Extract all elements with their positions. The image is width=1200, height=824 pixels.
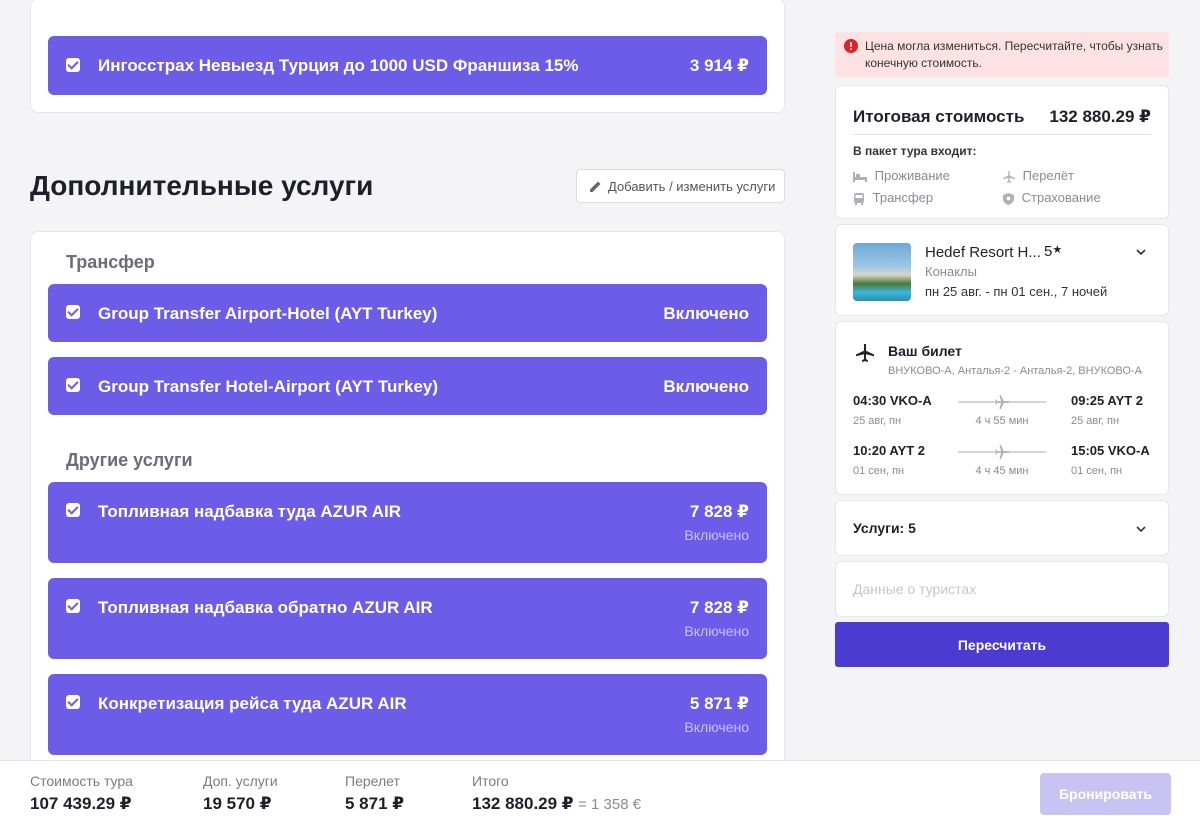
edit-services-label: Добавить / изменить услуги xyxy=(608,178,776,194)
shield-icon xyxy=(1003,192,1014,205)
service-status: Включено xyxy=(684,623,749,639)
service-status: Включено xyxy=(663,304,749,323)
include-transfer: Трансфер xyxy=(853,190,933,205)
divider xyxy=(853,134,1151,135)
checkbox-checked-icon[interactable] xyxy=(66,58,80,72)
arrival-time: 15:05 VKO-A xyxy=(1071,443,1150,458)
insurance-item[interactable]: Ингосстрах Невыезд Турция до 1000 USD Фр… xyxy=(48,36,767,95)
service-name: Топливная надбавка туда AZUR AIR xyxy=(98,502,401,521)
service-status: Включено xyxy=(684,527,749,543)
bus-icon xyxy=(854,192,864,205)
service-price: 3 914 ₽ xyxy=(689,56,749,75)
ticket-card: Ваш билет ВНУКОВО-А, Анталья-2 - Анталья… xyxy=(835,321,1169,495)
include-flight: Перелёт xyxy=(1003,168,1074,183)
tourists-card[interactable]: Данные о туристах xyxy=(835,561,1169,617)
ticket-route: ВНУКОВО-А, Анталья-2 - Анталья-2, ВНУКОВ… xyxy=(888,365,1142,377)
hotel-stars: 5★ xyxy=(1044,243,1062,260)
service-status: Включено xyxy=(684,719,749,735)
transfer-section-title: Трансфер xyxy=(66,252,155,272)
services-accordion[interactable]: Услуги: 5 xyxy=(835,500,1169,556)
include-stay-label: Проживание xyxy=(874,168,950,183)
transfer-item[interactable]: Group Transfer Hotel-Airport (AYT Turkey… xyxy=(48,357,767,415)
chevron-down-icon[interactable] xyxy=(1136,249,1146,255)
plane-right-icon xyxy=(995,445,1009,459)
transfer-item[interactable]: Group Transfer Airport-Hotel (AYT Turkey… xyxy=(48,284,767,342)
footer-bar: Стоимость тура 107 439.29 ₽ Доп. услуги … xyxy=(0,760,1200,824)
checkbox-checked-icon[interactable] xyxy=(66,305,80,319)
service-name: Конкретизация рейса туда AZUR AIR xyxy=(98,694,407,713)
error-icon xyxy=(844,39,858,53)
service-name: Group Transfer Hotel-Airport (AYT Turkey… xyxy=(98,377,439,396)
book-label: Бронировать xyxy=(1058,786,1152,802)
other-service-item[interactable]: Топливная надбавка обратно AZUR AIR 7 82… xyxy=(48,578,767,659)
include-insurance-label: Страхование xyxy=(1021,190,1101,205)
footer-extras-value: 19 570 ₽ xyxy=(203,794,272,813)
footer-tour-value: 107 439.29 ₽ xyxy=(30,794,132,813)
service-price: 5 871 ₽ xyxy=(689,694,749,713)
footer-total-value: 132 880.29 ₽ xyxy=(472,794,574,813)
departure-time: 04:30 VKO-A xyxy=(853,393,932,408)
hotel-location: Конаклы xyxy=(925,264,977,279)
other-service-item[interactable]: Конкретизация рейса туда AZUR AIR 5 871 … xyxy=(48,674,767,755)
arrival-time: 09:25 AYT 2 xyxy=(1071,393,1144,408)
departure-time: 10:20 AYT 2 xyxy=(853,443,926,458)
footer-total: 132 880.29 ₽ = 1 358 € xyxy=(472,794,641,814)
flight-duration: 4 ч 45 мин xyxy=(975,465,1029,477)
hotel-name: Hedef Resort H... xyxy=(925,244,1041,261)
plane-icon xyxy=(856,344,874,362)
arrival-date: 25 авг, пн xyxy=(1071,415,1120,427)
service-name: Топливная надбавка обратно AZUR AIR xyxy=(98,598,433,617)
departure-date: 25 авг, пн xyxy=(853,415,902,427)
hotel-photo xyxy=(853,243,911,301)
tourists-label: Данные о туристах xyxy=(853,581,977,597)
recalculate-button[interactable]: Пересчитать xyxy=(835,622,1169,667)
footer-flight-value: 5 871 ₽ xyxy=(345,794,405,813)
hotel-card[interactable]: Hedef Resort H... 5★ Конаклы пн 25 авг. … xyxy=(835,224,1169,316)
flight-duration: 4 ч 55 мин xyxy=(975,415,1029,427)
service-name: Ингосстрах Невыезд Турция до 1000 USD Фр… xyxy=(98,56,579,75)
recalculate-label: Пересчитать xyxy=(957,636,1047,653)
plane-right-icon xyxy=(995,395,1009,409)
checkbox-checked-icon[interactable] xyxy=(66,695,80,709)
checkbox-checked-icon[interactable] xyxy=(66,503,80,517)
edit-services-button[interactable]: Добавить / изменить услуги xyxy=(576,169,785,203)
services-label: Услуги: 5 xyxy=(853,520,916,536)
summary-title: Итоговая стоимость xyxy=(853,107,1025,126)
price-alert: Цена могла измениться. Пересчитайте, что… xyxy=(835,32,1169,77)
include-stay: Проживание xyxy=(853,168,950,183)
checkbox-checked-icon[interactable] xyxy=(66,378,80,392)
summary-total: 132 880.29 ₽ xyxy=(1049,107,1151,126)
alert-text: Цена могла измениться. Пересчитайте, что… xyxy=(865,39,1163,70)
footer-total-eur: = 1 358 € xyxy=(578,796,642,813)
service-name: Group Transfer Airport-Hotel (AYT Turkey… xyxy=(98,304,438,323)
footer-flight-label: Перелет xyxy=(345,773,400,789)
includes-label: В пакет тура входит: xyxy=(853,144,977,158)
service-price: 7 828 ₽ xyxy=(689,502,749,521)
include-flight-label: Перелёт xyxy=(1022,168,1074,183)
include-insurance: Страхование xyxy=(1003,190,1101,205)
arrival-date: 01 сен, пн xyxy=(1071,465,1123,477)
book-button[interactable]: Бронировать xyxy=(1040,773,1171,815)
service-status: Включено xyxy=(663,377,749,396)
other-section-title: Другие услуги xyxy=(66,450,193,470)
other-service-item[interactable]: Топливная надбавка туда AZUR AIR 7 828 ₽… xyxy=(48,482,767,563)
plane-icon xyxy=(1003,170,1015,183)
extras-title: Дополнительные услуги xyxy=(30,170,374,201)
footer-tour-label: Стоимость тура xyxy=(30,773,133,789)
summary-card: Итоговая стоимость 132 880.29 ₽ В пакет … xyxy=(835,85,1169,219)
departure-date: 01 сен, пн xyxy=(853,465,905,477)
include-transfer-label: Трансфер xyxy=(872,190,934,205)
footer-extras-label: Доп. услуги xyxy=(203,773,278,789)
ticket-title: Ваш билет xyxy=(888,343,962,359)
hotel-dates: пн 25 авг. - пн 01 сен., 7 ночей xyxy=(925,284,1108,299)
chevron-down-icon[interactable] xyxy=(1136,526,1146,532)
pencil-icon xyxy=(590,181,601,192)
bed-icon xyxy=(853,171,867,182)
checkbox-checked-icon[interactable] xyxy=(66,599,80,613)
footer-total-label: Итого xyxy=(472,773,509,789)
star-icon: ★ xyxy=(1052,244,1063,256)
service-price: 7 828 ₽ xyxy=(689,598,749,617)
